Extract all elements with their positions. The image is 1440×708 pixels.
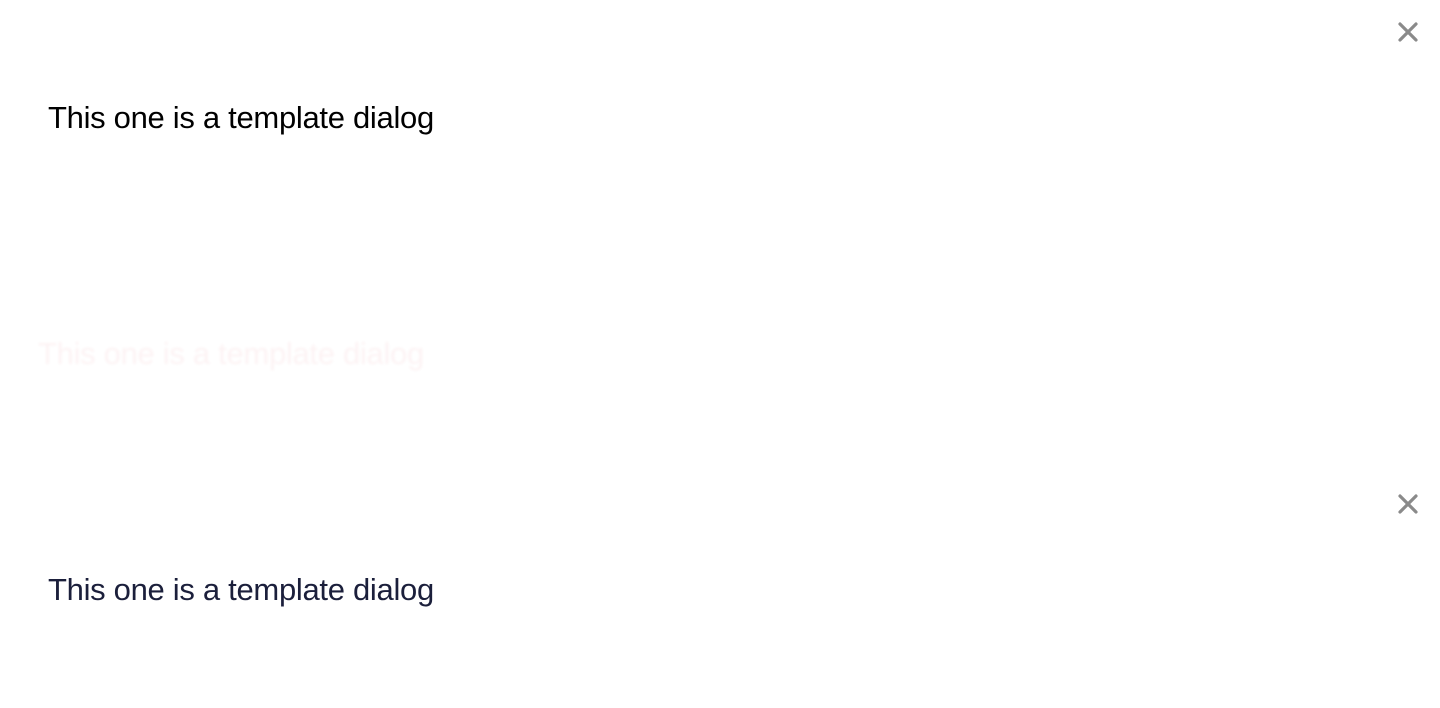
- dialog-message: This one is a template dialog: [48, 100, 434, 135]
- dialog-message: This one is a template dialog: [48, 572, 434, 607]
- dialog-message: This one is a template dialog: [38, 336, 424, 371]
- template-dialog-styled: This one is a template dialog: [0, 472, 1440, 708]
- close-button[interactable]: [1392, 488, 1424, 520]
- close-icon: [1398, 22, 1418, 42]
- page: This one is a template dialog This one i…: [0, 0, 1440, 708]
- template-dialog-default: This one is a template dialog: [0, 0, 1440, 236]
- close-button[interactable]: [1392, 16, 1424, 48]
- close-icon: [1398, 494, 1418, 514]
- template-dialog-fading: This one is a template dialog: [0, 236, 1440, 472]
